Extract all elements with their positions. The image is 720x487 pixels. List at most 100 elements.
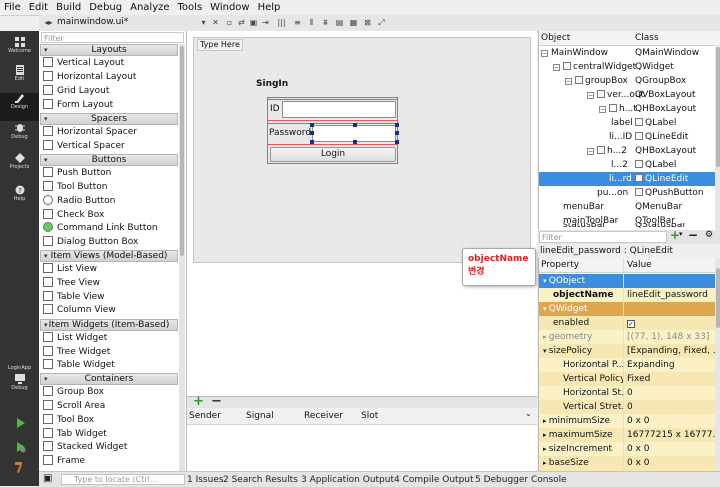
widget-box-scrollbar[interactable] <box>179 44 185 471</box>
tree-row[interactable]: − MainWindow QMainWindow <box>539 46 715 60</box>
debug-run-button[interactable] <box>0 441 39 457</box>
tree-row[interactable]: − centralWidget QWidget <box>539 60 715 74</box>
selection-handle[interactable] <box>310 131 314 135</box>
category-item-widgets[interactable]: ▾ Item Widgets (Item-Based) <box>40 319 178 331</box>
close-document-icon[interactable]: ✕ <box>211 18 220 27</box>
kit-selector[interactable]: LoginApp Debug <box>0 365 39 405</box>
add-connection-icon[interactable]: + <box>193 394 204 409</box>
toggle-sidebar-icon[interactable]: ▣ <box>43 473 52 484</box>
widget-tree-view[interactable]: Tree View <box>43 277 100 290</box>
property-row-horizontal-stretch[interactable]: Horizontal St... 0 <box>539 386 715 400</box>
property-group-qwidget[interactable]: ▾ QWidget <box>539 302 715 316</box>
tree-row[interactable]: li...ID QLineEdit <box>539 130 715 144</box>
collapse-icon[interactable]: − <box>587 92 594 99</box>
widget-table-view[interactable]: Table View <box>43 291 105 304</box>
property-row-geometry[interactable]: ▸ geometry [(77, 1), 148 x 33] <box>539 330 715 344</box>
property-row-minimumsize[interactable]: ▸ minimumSize 0 x 0 <box>539 414 715 428</box>
widget-push-button[interactable]: Push Button <box>43 167 111 180</box>
output-tab-search-results[interactable]: 2 Search Results <box>223 475 298 485</box>
category-item-views[interactable]: ▾ Item Views (Model-Based) <box>40 250 178 262</box>
selection-handle[interactable] <box>310 140 314 144</box>
category-containers[interactable]: ▾ Containers <box>40 373 178 385</box>
group-box-title[interactable]: SingIn <box>256 79 288 89</box>
selection-handle[interactable] <box>310 123 314 127</box>
dropdown-icon[interactable]: ▾ <box>679 230 683 238</box>
widget-dialog-button-box[interactable]: Dialog Button Box <box>43 236 138 249</box>
menu-edit[interactable]: Edit <box>25 0 52 15</box>
tree-row-selected[interactable]: li...rd QLineEdit <box>539 172 715 186</box>
tree-row[interactable]: − h...2 QHBoxLayout <box>539 144 715 158</box>
adjust-size-icon[interactable]: ⤢ <box>377 18 386 27</box>
tree-row[interactable]: − groupBox QGroupBox <box>539 74 715 88</box>
property-row-vertical-stretch[interactable]: Vertical Stret... 0 <box>539 400 715 414</box>
widget-vertical-layout[interactable]: Vertical Layout <box>43 57 124 70</box>
layout-vertical-icon[interactable]: ≡ <box>293 18 302 27</box>
widget-frame[interactable]: Frame <box>43 455 85 468</box>
category-spacers[interactable]: ▾ Spacers <box>40 113 178 125</box>
column-class[interactable]: Class <box>635 33 659 43</box>
dropdown-icon[interactable]: ▾ <box>199 18 208 27</box>
category-layouts[interactable]: ▾ Layouts <box>40 44 178 56</box>
collapse-icon[interactable]: − <box>587 148 594 155</box>
mode-debug[interactable]: Debug <box>0 123 39 149</box>
id-label[interactable]: ID <box>270 104 280 114</box>
tree-row[interactable]: label QLabel <box>539 116 715 130</box>
widget-horizontal-layout[interactable]: Horizontal Layout <box>43 71 136 84</box>
scrollbar-thumb[interactable] <box>716 268 720 328</box>
run-button[interactable] <box>0 417 39 433</box>
tree-row[interactable]: menuBar QMenuBar <box>539 200 715 214</box>
object-inspector-scrollbar[interactable] <box>715 45 720 230</box>
login-button[interactable]: Login <box>270 147 396 162</box>
widget-command-link-button[interactable]: Command Link Button <box>43 222 158 235</box>
mode-welcome[interactable]: Welcome <box>0 37 39 63</box>
password-label[interactable]: Password <box>269 128 311 138</box>
menu-file[interactable]: File <box>0 0 25 15</box>
edit-widgets-icon[interactable]: ▫ <box>225 18 234 27</box>
locator-input[interactable]: Type to locate (Ctrl... <box>61 474 185 485</box>
chevron-down-icon[interactable]: ⌄ <box>525 409 532 418</box>
layout-split-v-icon[interactable]: ⩩ <box>321 18 330 27</box>
widget-vertical-spacer[interactable]: Vertical Spacer <box>43 140 125 153</box>
property-row-maximumsize[interactable]: ▸ maximumSize 16777215 x 16777... <box>539 428 715 442</box>
widget-radio-button[interactable]: Radio Button <box>43 195 115 208</box>
widget-scroll-area[interactable]: Scroll Area <box>43 400 105 413</box>
output-tab-debugger-console[interactable]: 5 Debugger Console <box>475 475 567 485</box>
menu-tools[interactable]: Tools <box>174 0 207 15</box>
menu-build[interactable]: Build <box>52 0 85 15</box>
property-filter-input[interactable]: Filter <box>539 231 667 243</box>
tree-row[interactable]: − ver...out QVBoxLayout <box>539 88 715 102</box>
layout-form-icon[interactable]: ▤ <box>335 18 344 27</box>
menu-help[interactable]: Help <box>254 0 285 15</box>
widget-stacked-widget[interactable]: Stacked Widget <box>43 441 127 454</box>
property-row-horizontal-policy[interactable]: Horizontal P... Expanding <box>539 358 715 372</box>
output-tab-compile-output[interactable]: 4 Compile Output <box>394 475 474 485</box>
break-layout-icon[interactable]: ⊠ <box>363 18 372 27</box>
open-file-tab[interactable]: mainwindow.ui* <box>57 17 128 27</box>
scrollbar-thumb[interactable] <box>716 47 720 167</box>
collapse-icon[interactable]: − <box>553 64 560 71</box>
menu-type-here[interactable]: Type Here <box>197 39 243 51</box>
property-row-vertical-policy[interactable]: Vertical Policy Fixed <box>539 372 715 386</box>
output-tab-application-output[interactable]: 3 Application Output <box>301 475 394 485</box>
column-object[interactable]: Object <box>541 33 570 43</box>
widget-horizontal-spacer[interactable]: Horizontal Spacer <box>43 126 137 139</box>
property-row-enabled[interactable]: enabled ✓ <box>539 316 715 330</box>
widget-list-widget[interactable]: List Widget <box>43 332 107 345</box>
output-tab-issues[interactable]: 1 Issues <box>187 475 224 485</box>
mode-design[interactable]: Design <box>0 93 39 121</box>
widget-check-box[interactable]: Check Box <box>43 209 104 222</box>
widget-column-view[interactable]: Column View <box>43 304 116 317</box>
collapse-icon[interactable]: − <box>599 106 606 113</box>
wrench-icon[interactable]: ⚙ <box>705 230 713 240</box>
selection-handle[interactable] <box>353 140 357 144</box>
tree-row[interactable]: l...2 QLabel <box>539 158 715 172</box>
widget-tool-box[interactable]: Tool Box <box>43 414 94 427</box>
widget-tab-widget[interactable]: Tab Widget <box>43 428 107 441</box>
property-row-objectname[interactable]: objectName lineEdit_password <box>539 288 715 302</box>
widget-table-widget[interactable]: Table Widget <box>43 359 115 372</box>
selection-handle[interactable] <box>395 131 399 135</box>
column-slot[interactable]: Slot <box>361 411 378 421</box>
column-sender[interactable]: Sender <box>189 411 221 421</box>
column-property[interactable]: Property <box>539 258 624 272</box>
column-signal[interactable]: Signal <box>246 411 274 421</box>
